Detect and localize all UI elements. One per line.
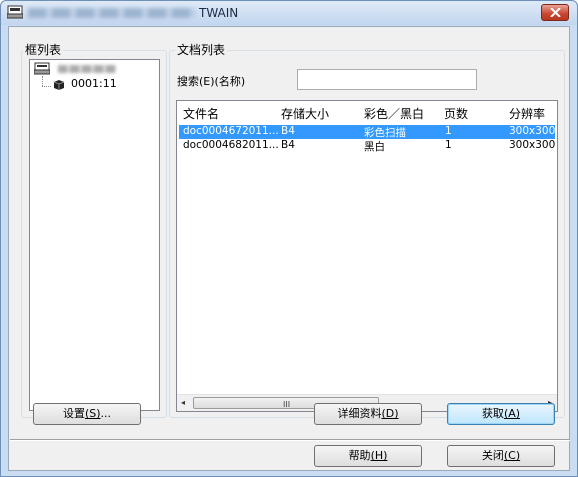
- cell-pages: 1: [445, 125, 452, 137]
- details-button-hotkey: (D): [381, 407, 399, 420]
- dialog-client-area: 框列表 0001:11 文档列表 搜索(E)(名称) 文件名 存储大小 彩色／黑…: [8, 26, 570, 471]
- frame-list-label: 框列表: [23, 41, 64, 58]
- settings-button-suffix: ...: [100, 407, 112, 420]
- document-list-label: 文档列表: [175, 41, 228, 58]
- frame-tree[interactable]: 0001:11: [29, 59, 160, 411]
- scanner-app-icon: [7, 5, 23, 19]
- cell-pages: 1: [445, 139, 452, 151]
- column-pages[interactable]: 页数: [444, 105, 468, 122]
- window-title: TWAIN: [199, 6, 239, 20]
- close-button-label: 关闭: [481, 449, 504, 462]
- search-name-input[interactable]: [297, 69, 477, 90]
- cell-filename: doc0004682011...: [183, 139, 279, 151]
- cell-filename: doc0004672011...: [183, 125, 279, 137]
- cell-resolution: 300x300: [509, 125, 556, 137]
- document-list[interactable]: 文件名 存储大小 彩色／黑白 页数 分辨率 doc0004672011... B…: [176, 100, 558, 412]
- box-icon: [53, 80, 65, 90]
- help-button[interactable]: 帮助(H): [314, 445, 422, 467]
- column-size[interactable]: 存储大小: [281, 105, 329, 122]
- title-blurred-text: [28, 8, 196, 18]
- scroll-left-icon[interactable]: ◂: [181, 398, 185, 407]
- settings-button-label: 设置: [62, 407, 85, 420]
- cell-color-mode: 彩色扫描: [364, 127, 406, 139]
- settings-button[interactable]: 设置(S)...: [33, 403, 141, 425]
- acquire-button-label: 获取: [481, 407, 504, 420]
- cell-size: B4: [281, 139, 295, 151]
- close-button-hotkey: (C): [503, 449, 521, 462]
- acquire-button-hotkey: (A): [503, 407, 521, 420]
- search-label: 搜索(E)(名称): [177, 75, 246, 88]
- acquire-button[interactable]: 获取(A): [447, 403, 555, 425]
- column-color-mode[interactable]: 彩色／黑白: [364, 105, 424, 122]
- cell-size: B4: [281, 125, 295, 137]
- cell-color-mode: 黑白: [364, 141, 385, 153]
- column-filename[interactable]: 文件名: [183, 105, 219, 122]
- column-resolution[interactable]: 分辨率: [509, 105, 545, 122]
- help-button-label: 帮助: [348, 449, 371, 462]
- close-button[interactable]: 关闭(C): [447, 445, 555, 467]
- table-row[interactable]: doc0004682011... B4 黑白 1 300x300: [179, 139, 555, 153]
- window-close-button[interactable]: [541, 4, 569, 21]
- scanner-root-icon: [34, 62, 50, 75]
- tree-item-box[interactable]: 0001:11: [71, 77, 117, 90]
- close-icon: [550, 8, 561, 17]
- dialog-window: TWAIN 框列表 0001:11 文档列表 搜索(E)(名称) 文件名 存储大…: [0, 0, 578, 477]
- title-bar[interactable]: TWAIN: [1, 1, 577, 25]
- cell-resolution: 300x300: [509, 139, 556, 151]
- list-header: 文件名 存储大小 彩色／黑白 页数 分辨率: [177, 101, 557, 121]
- scroll-grip-icon: III: [283, 400, 291, 409]
- details-button-label: 详细资料: [337, 407, 382, 420]
- button-separator: [10, 439, 570, 441]
- tree-root-blurred-label: [58, 65, 116, 73]
- settings-button-hotkey: (S): [84, 407, 101, 420]
- help-button-hotkey: (H): [370, 449, 388, 462]
- table-row[interactable]: doc0004672011... B4 彩色扫描 1 300x300: [179, 125, 555, 139]
- details-button[interactable]: 详细资料(D): [314, 403, 422, 425]
